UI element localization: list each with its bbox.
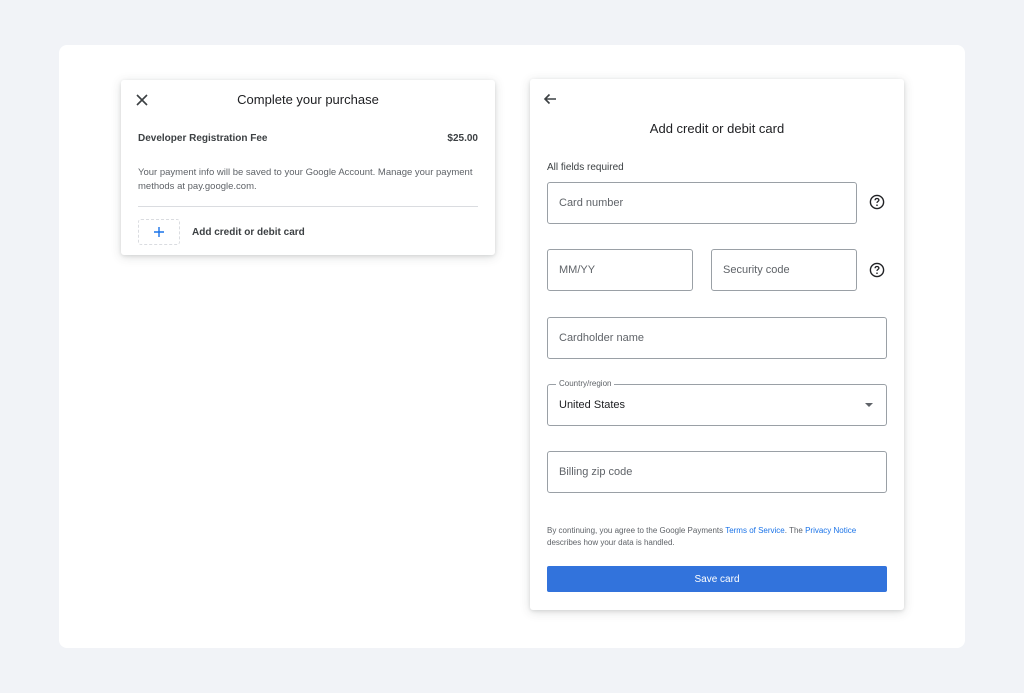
terms-part1: By continuing, you agree to the Google P… xyxy=(547,526,726,535)
security-code-placeholder: Security code xyxy=(723,264,790,276)
terms-text: By continuing, you agree to the Google P… xyxy=(547,525,887,549)
terms-part3: describes how your data is handled. xyxy=(547,538,675,547)
country-select[interactable]: Country/region United States xyxy=(547,379,887,426)
dialog-title: Complete your purchase xyxy=(237,92,379,107)
add-card-label: Add credit or debit card xyxy=(192,226,305,238)
expiry-placeholder: MM/YY xyxy=(559,264,596,276)
purchase-dialog: Complete your purchase Developer Registr… xyxy=(121,80,495,255)
help-circle-icon[interactable] xyxy=(869,194,885,210)
add-card-dialog: Add credit or debit card All fields requ… xyxy=(530,79,904,610)
dropdown-caret-icon xyxy=(865,403,873,407)
arrow-left-icon[interactable] xyxy=(542,91,558,107)
zip-placeholder: Billing zip code xyxy=(559,466,633,478)
item-price: $25.00 xyxy=(447,133,478,144)
card-number-placeholder: Card number xyxy=(559,197,624,209)
country-value: United States xyxy=(559,399,626,411)
item-name: Developer Registration Fee xyxy=(138,133,268,144)
card-number-input[interactable]: Card number xyxy=(547,182,857,224)
divider xyxy=(138,206,478,207)
terms-of-service-link[interactable]: Terms of Service xyxy=(725,526,785,535)
payment-info-text: Your payment info will be saved to your … xyxy=(138,167,473,192)
plus-icon[interactable] xyxy=(138,219,180,245)
expiry-input[interactable]: MM/YY xyxy=(547,249,693,291)
privacy-notice-link[interactable]: Privacy Notice xyxy=(805,526,856,535)
help-circle-icon[interactable] xyxy=(869,262,885,278)
required-note: All fields required xyxy=(547,162,624,173)
form-title: Add credit or debit card xyxy=(649,121,785,136)
save-card-button[interactable]: Save card xyxy=(547,566,887,592)
cardholder-name-input[interactable]: Cardholder name xyxy=(547,317,887,359)
cardholder-placeholder: Cardholder name xyxy=(559,332,644,344)
security-code-input[interactable]: Security code xyxy=(711,249,857,291)
terms-part2: . The xyxy=(784,526,806,535)
add-card-button[interactable]: Add credit or debit card xyxy=(138,219,305,245)
billing-zip-input[interactable]: Billing zip code xyxy=(547,451,887,493)
country-label: Country/region xyxy=(556,379,615,388)
